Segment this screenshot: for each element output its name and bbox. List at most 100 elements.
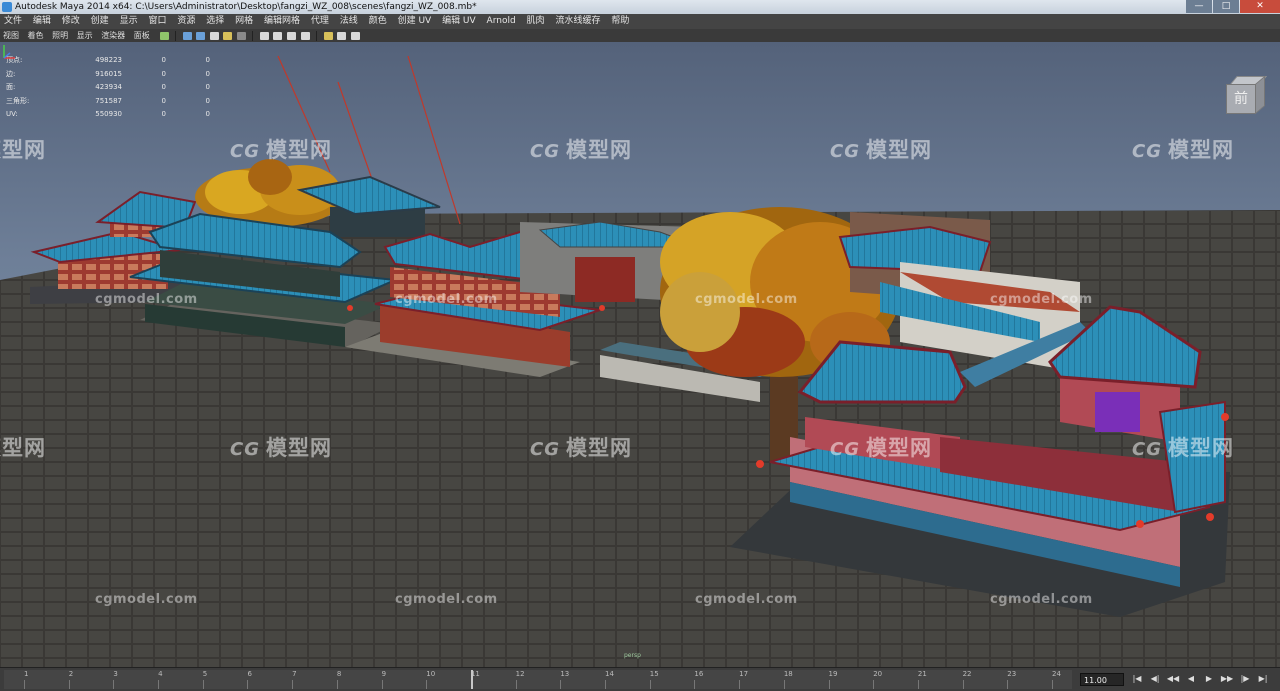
play-forward-button[interactable]: ▶ — [1202, 673, 1216, 685]
current-frame-field[interactable]: 11.00 — [1080, 673, 1124, 686]
ssao-icon[interactable] — [259, 31, 269, 40]
step-back-frame-button[interactable]: ◀◀ — [1166, 673, 1180, 685]
menu-edit[interactable]: 编辑 — [33, 14, 51, 29]
hud-value: 0 — [205, 69, 210, 78]
watermark-logo: CG 模型网 — [830, 436, 932, 460]
hud-value: 423934 — [95, 83, 122, 91]
menu-select[interactable]: 选择 — [206, 14, 224, 29]
title-bar: Autodesk Maya 2014 x64: C:\Users\Adminis… — [0, 0, 1280, 14]
window-title: Autodesk Maya 2014 x64: C:\Users\Adminis… — [15, 2, 477, 12]
watermark-logo: CG 模型网 — [530, 138, 632, 162]
current-frame-marker[interactable] — [470, 670, 473, 689]
menu-help[interactable]: 帮助 — [611, 14, 629, 29]
view-cube[interactable]: 前 — [1222, 74, 1268, 116]
menu-mesh[interactable]: 网格 — [235, 14, 253, 29]
watermark-logo: 模型网 — [0, 436, 46, 460]
view-cube-front[interactable]: 前 — [1226, 84, 1256, 114]
hud-value: 916015 — [95, 69, 122, 78]
menu-color[interactable]: 颜色 — [369, 14, 387, 29]
isolate-icon[interactable] — [159, 31, 169, 40]
high-quality-icon[interactable] — [236, 31, 246, 40]
menu-normals[interactable]: 法线 — [340, 14, 358, 29]
separator — [316, 30, 318, 41]
hud-value: 550930 — [95, 110, 122, 118]
dof-icon[interactable] — [300, 31, 310, 40]
lantern — [1136, 520, 1144, 528]
hud-label: 三角形: — [6, 96, 30, 105]
panel-menu-lighting[interactable]: 照明 — [52, 31, 68, 40]
default-light-icon[interactable] — [223, 31, 233, 40]
watermark-logo: CG 模型网 — [530, 436, 632, 460]
minimize-button[interactable]: — — [1186, 0, 1212, 13]
watermark-logo: 模型网 — [0, 138, 46, 162]
time-tick: 23 — [1007, 670, 1017, 689]
lantern — [1206, 513, 1214, 521]
menu-create-uv[interactable]: 创建 UV — [398, 14, 432, 29]
menu-display[interactable]: 显示 — [120, 14, 138, 29]
panel-menu: 视图 着色 照明 显示 渲染器 面板 — [0, 29, 157, 42]
menu-window[interactable]: 窗口 — [148, 14, 166, 29]
step-forward-frame-button[interactable]: ▶▶ — [1220, 673, 1234, 685]
axis-gizmo-icon — [3, 45, 15, 59]
time-tick: 15 — [649, 670, 659, 689]
lantern — [347, 305, 353, 311]
time-tick: 7 — [292, 670, 297, 689]
time-tick: 12 — [515, 670, 525, 689]
watermark-site: cgmodel.com — [990, 592, 1093, 607]
hud-value: 0 — [205, 110, 210, 118]
time-tick: 13 — [560, 670, 570, 689]
go-to-end-button[interactable]: ▶| — [1256, 673, 1270, 685]
go-to-start-button[interactable]: |◀ — [1130, 673, 1144, 685]
hud-row-vertices: 顶点: 498223 0 0 — [6, 54, 210, 68]
step-forward-key-button[interactable]: |▶ — [1238, 673, 1252, 685]
watermark-site: cgmodel.com — [395, 292, 498, 307]
menu-file[interactable]: 文件 — [4, 14, 22, 29]
time-tick: 10 — [426, 670, 436, 689]
menu-edit-mesh[interactable]: 编辑网格 — [264, 14, 300, 29]
snapshot-icon[interactable] — [323, 31, 333, 40]
play-backward-button[interactable]: ◀ — [1184, 673, 1198, 685]
time-slider[interactable]: 1 2 3 4 5 6 7 8 9 10 11 12 13 14 15 16 17 18 19 20 21 22 23 24 … — [0, 667, 1280, 691]
menu-edit-uv[interactable]: 编辑 UV — [442, 14, 476, 29]
aa-icon[interactable] — [287, 31, 297, 40]
panel-menu-view[interactable]: 视图 — [3, 31, 19, 40]
hud-value: 0 — [161, 110, 166, 118]
watermark-logo: CG 模型网 — [1132, 436, 1234, 460]
xray-joints-icon[interactable] — [196, 31, 206, 40]
gate-mask-icon[interactable] — [350, 31, 360, 40]
menu-assets[interactable]: 资源 — [177, 14, 195, 29]
xray-icon[interactable] — [182, 31, 192, 40]
step-back-key-button[interactable]: ◀| — [1148, 673, 1162, 685]
panel-menu-shading[interactable]: 着色 — [28, 31, 44, 40]
panel-menu-renderer[interactable]: 渲染器 — [101, 31, 125, 40]
watermark-site: cgmodel.com — [395, 592, 498, 607]
menu-proxy[interactable]: 代理 — [311, 14, 329, 29]
hud-value: 0 — [161, 69, 166, 78]
watermark-site: cgmodel.com — [695, 292, 798, 307]
menu-pipeline-cache[interactable]: 流水线缓存 — [555, 14, 600, 29]
resolution-gate-icon[interactable] — [337, 31, 347, 40]
lantern — [1221, 413, 1229, 421]
motion-blur-icon[interactable] — [273, 31, 283, 40]
view-cube-side[interactable] — [1255, 75, 1265, 115]
menu-arnold[interactable]: Arnold — [487, 14, 516, 29]
viewport-persp[interactable]: 顶点: 498223 0 0 边: 916015 0 0 面: 423934 0… — [0, 42, 1280, 667]
menu-create[interactable]: 创建 — [91, 14, 109, 29]
menu-modify[interactable]: 修改 — [62, 14, 80, 29]
maximize-button[interactable]: □ — [1213, 0, 1239, 13]
panel-toolbar — [0, 29, 1280, 42]
checker-icon[interactable] — [209, 31, 219, 40]
panel-menu-panels[interactable]: 面板 — [134, 31, 150, 40]
maya-app-icon — [2, 2, 12, 12]
hud-value: 751587 — [95, 96, 122, 105]
hud-label: 面: — [6, 83, 16, 91]
time-ruler[interactable]: 1 2 3 4 5 6 7 8 9 10 11 12 13 14 15 16 17 18 19 20 21 22 23 24 — [4, 670, 1072, 689]
close-button[interactable]: ✕ — [1240, 0, 1280, 13]
watermark-site: cgmodel.com — [990, 292, 1093, 307]
panel-menu-show[interactable]: 显示 — [77, 31, 93, 40]
time-tick: 24 — [1052, 670, 1061, 689]
lantern — [599, 305, 605, 311]
menu-muscle[interactable]: 肌肉 — [527, 14, 545, 29]
time-tick: 19 — [828, 670, 838, 689]
time-tick: 3 — [113, 670, 118, 689]
